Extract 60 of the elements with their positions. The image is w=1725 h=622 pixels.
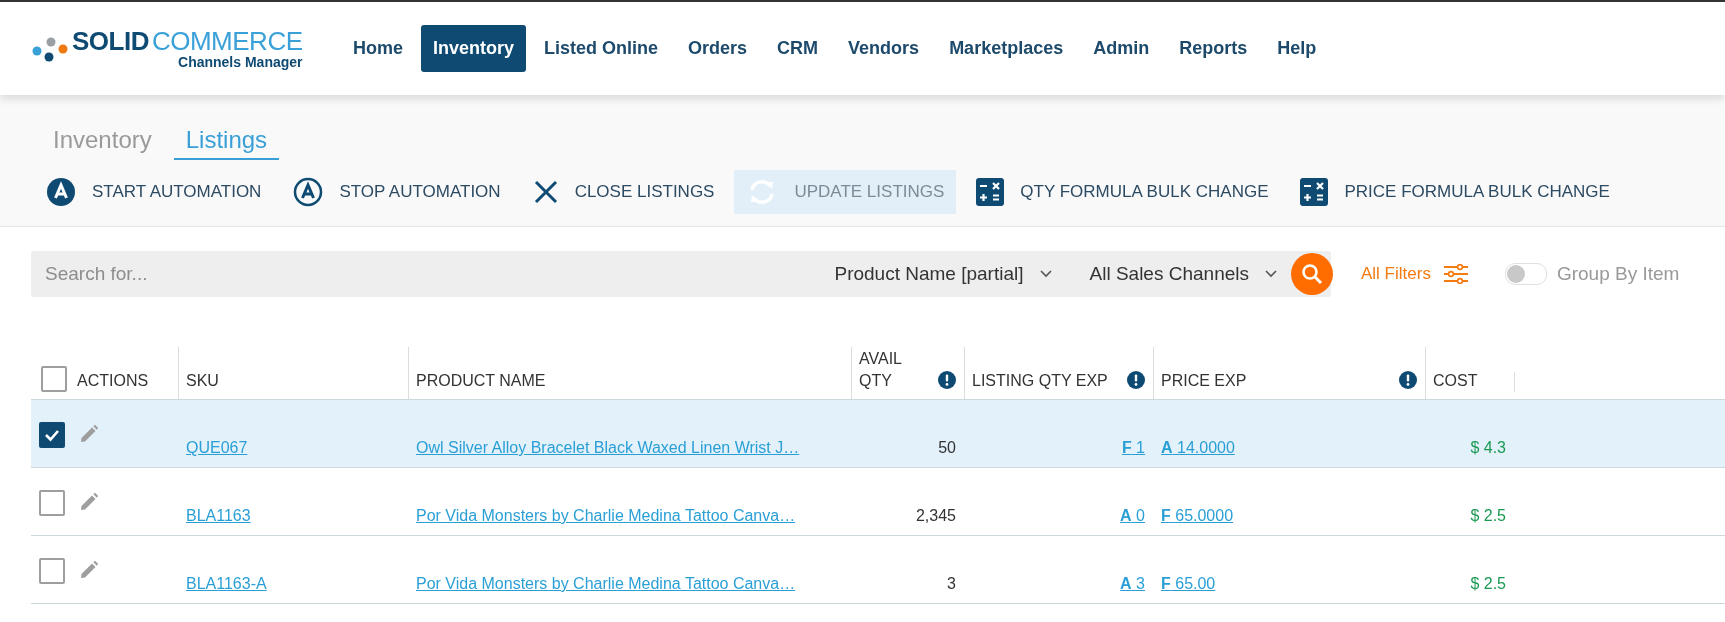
edit-icon[interactable] bbox=[79, 424, 99, 444]
avail-qty: 3 bbox=[947, 575, 956, 593]
nav-item[interactable]: Admin bbox=[1081, 25, 1162, 72]
close-icon bbox=[532, 179, 559, 205]
column-header: SKU bbox=[186, 371, 219, 391]
logo[interactable]: SOLIDCOMMERCE Channels Manager bbox=[32, 27, 332, 70]
column-header: ACTIONS bbox=[77, 371, 149, 391]
column-header: LISTING QTY EXP bbox=[972, 371, 1108, 391]
row-checkbox[interactable] bbox=[39, 422, 65, 448]
cost-value: $ 2.5 bbox=[1470, 575, 1506, 593]
edit-icon[interactable] bbox=[79, 560, 99, 580]
group-by-item-toggle[interactable] bbox=[1504, 263, 1547, 285]
row-checkbox[interactable] bbox=[39, 490, 65, 516]
cost-value: $ 2.5 bbox=[1470, 507, 1506, 525]
logo-wordmark-light: COMMERCE bbox=[151, 25, 303, 56]
nav-item[interactable]: Vendors bbox=[836, 25, 932, 72]
search-field[interactable]: Search for... Product Name [partial] All Sales Channels bbox=[31, 251, 1331, 297]
column-header: PRODUCT NAME bbox=[416, 371, 546, 391]
nav-item[interactable]: Listed Online bbox=[532, 25, 671, 72]
table-row[interactable]: BLA1163-A Por Vida Monsters by Charlie Medina Tattoo Canva… 3 A 3 F 65.00 $ 2.5 bbox=[31, 536, 1725, 604]
sliders-icon bbox=[1442, 264, 1469, 284]
toolbar-button[interactable]: PRICE FORMULA BULK CHANGE bbox=[1288, 170, 1622, 214]
group-by-item-label: Group By Item bbox=[1556, 263, 1680, 285]
chevron-down-icon bbox=[1265, 270, 1277, 278]
avail-qty: 2,345 bbox=[915, 507, 956, 525]
column-header: COST bbox=[1433, 371, 1478, 391]
edit-icon[interactable] bbox=[79, 492, 99, 512]
info-icon bbox=[938, 371, 956, 389]
table-row[interactable]: BLA1163 Por Vida Monsters by Charlie Medina Tattoo Canva… 2,345 A 0 F 65.0000 $ 2.5 bbox=[31, 468, 1725, 536]
toolbar-button[interactable]: CLOSE LISTINGS bbox=[520, 170, 727, 214]
column-header: PRICE EXP bbox=[1161, 371, 1247, 391]
row-checkbox[interactable] bbox=[39, 558, 65, 584]
column-header: AVAIL QTY bbox=[859, 349, 903, 391]
chevron-down-icon bbox=[1039, 270, 1052, 278]
cost-value: $ 4.3 bbox=[1470, 439, 1506, 457]
nav-item[interactable]: CRM bbox=[765, 25, 831, 72]
nav-item[interactable]: Home bbox=[341, 25, 415, 72]
info-icon bbox=[1399, 371, 1417, 389]
letter-a-circle-outline-icon bbox=[293, 177, 324, 207]
letter-a-circle-icon bbox=[46, 177, 76, 207]
calculator-icon bbox=[1300, 178, 1329, 206]
avail-qty: 50 bbox=[938, 439, 956, 457]
channel-dropdown[interactable]: All Sales Channels bbox=[1083, 262, 1283, 286]
nav-item[interactable]: Help bbox=[1265, 25, 1329, 72]
logo-subtitle: Channels Manager bbox=[178, 53, 303, 70]
nav-item[interactable]: Orders bbox=[676, 25, 760, 72]
calculator-icon bbox=[976, 178, 1005, 206]
toolbar-button[interactable]: QTY FORMULA BULK CHANGE bbox=[964, 170, 1281, 214]
nav-item[interactable]: Inventory bbox=[421, 25, 527, 72]
logo-wordmark: SOLID bbox=[72, 25, 149, 56]
search-icon bbox=[1301, 263, 1323, 285]
toolbar-button[interactable]: STOP AUTOMATION bbox=[281, 170, 513, 214]
table-row[interactable]: QUE067 Owl Silver Alloy Bracelet Black Waxed Linen Wrist J… 50 F 1 A 14.0000 $ 4.3 bbox=[31, 400, 1725, 468]
nav-item[interactable]: Marketplaces bbox=[937, 25, 1076, 72]
search-field-dropdown[interactable]: Product Name [partial] bbox=[828, 262, 1058, 286]
dots-logo-icon bbox=[32, 35, 70, 62]
nav-item[interactable]: Reports bbox=[1167, 25, 1260, 72]
select-all-checkbox[interactable] bbox=[41, 366, 67, 392]
info-icon bbox=[1127, 371, 1145, 389]
toolbar-button[interactable]: START AUTOMATION bbox=[34, 170, 274, 214]
